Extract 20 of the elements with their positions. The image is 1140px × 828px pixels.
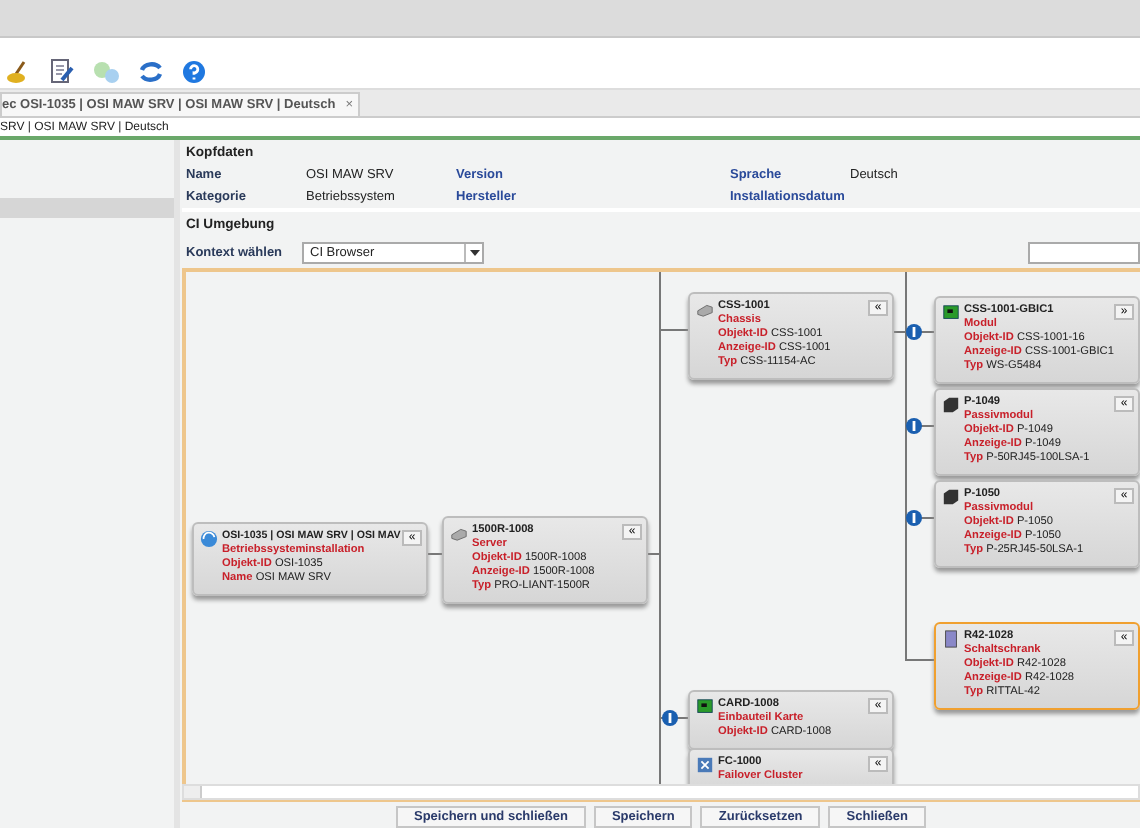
search-field[interactable]	[1028, 242, 1140, 264]
horizontal-scrollbar[interactable]	[182, 784, 1140, 800]
cabinet-icon	[942, 630, 960, 648]
globe-icon	[200, 530, 218, 548]
caret-icon	[469, 250, 479, 256]
server-icon	[450, 524, 468, 542]
document-edit-icon[interactable]	[50, 58, 74, 84]
refresh-icon[interactable]	[138, 59, 164, 83]
circuit-card-icon	[942, 304, 960, 322]
box-icon	[942, 488, 960, 506]
help-icon[interactable]	[182, 59, 206, 83]
box-icon	[942, 396, 960, 414]
circuit-card-icon	[696, 698, 714, 716]
info-icon[interactable]	[662, 710, 678, 726]
info-icon[interactable]	[906, 324, 922, 340]
info-icon[interactable]	[906, 418, 922, 434]
server-icon	[696, 300, 714, 318]
info-icon[interactable]	[906, 510, 922, 526]
cluster-icon	[696, 756, 714, 774]
connector-line	[427, 553, 443, 555]
